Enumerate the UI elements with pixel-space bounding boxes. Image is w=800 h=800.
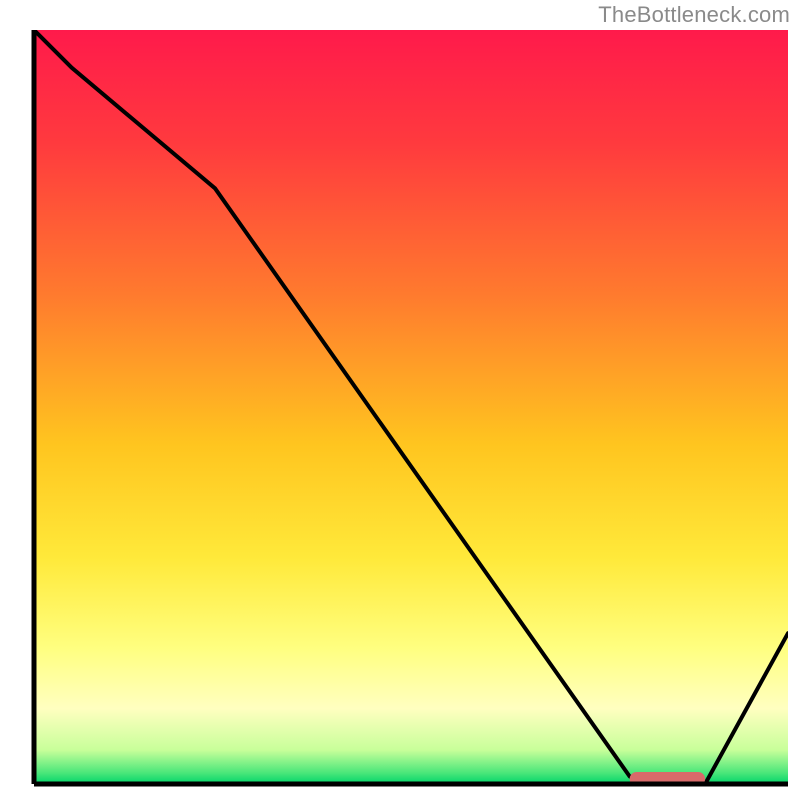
bottleneck-chart	[0, 0, 800, 800]
chart-container: TheBottleneck.com	[0, 0, 800, 800]
gradient-background	[34, 30, 788, 784]
watermark-text: TheBottleneck.com	[598, 2, 790, 28]
plot-area	[34, 30, 788, 786]
